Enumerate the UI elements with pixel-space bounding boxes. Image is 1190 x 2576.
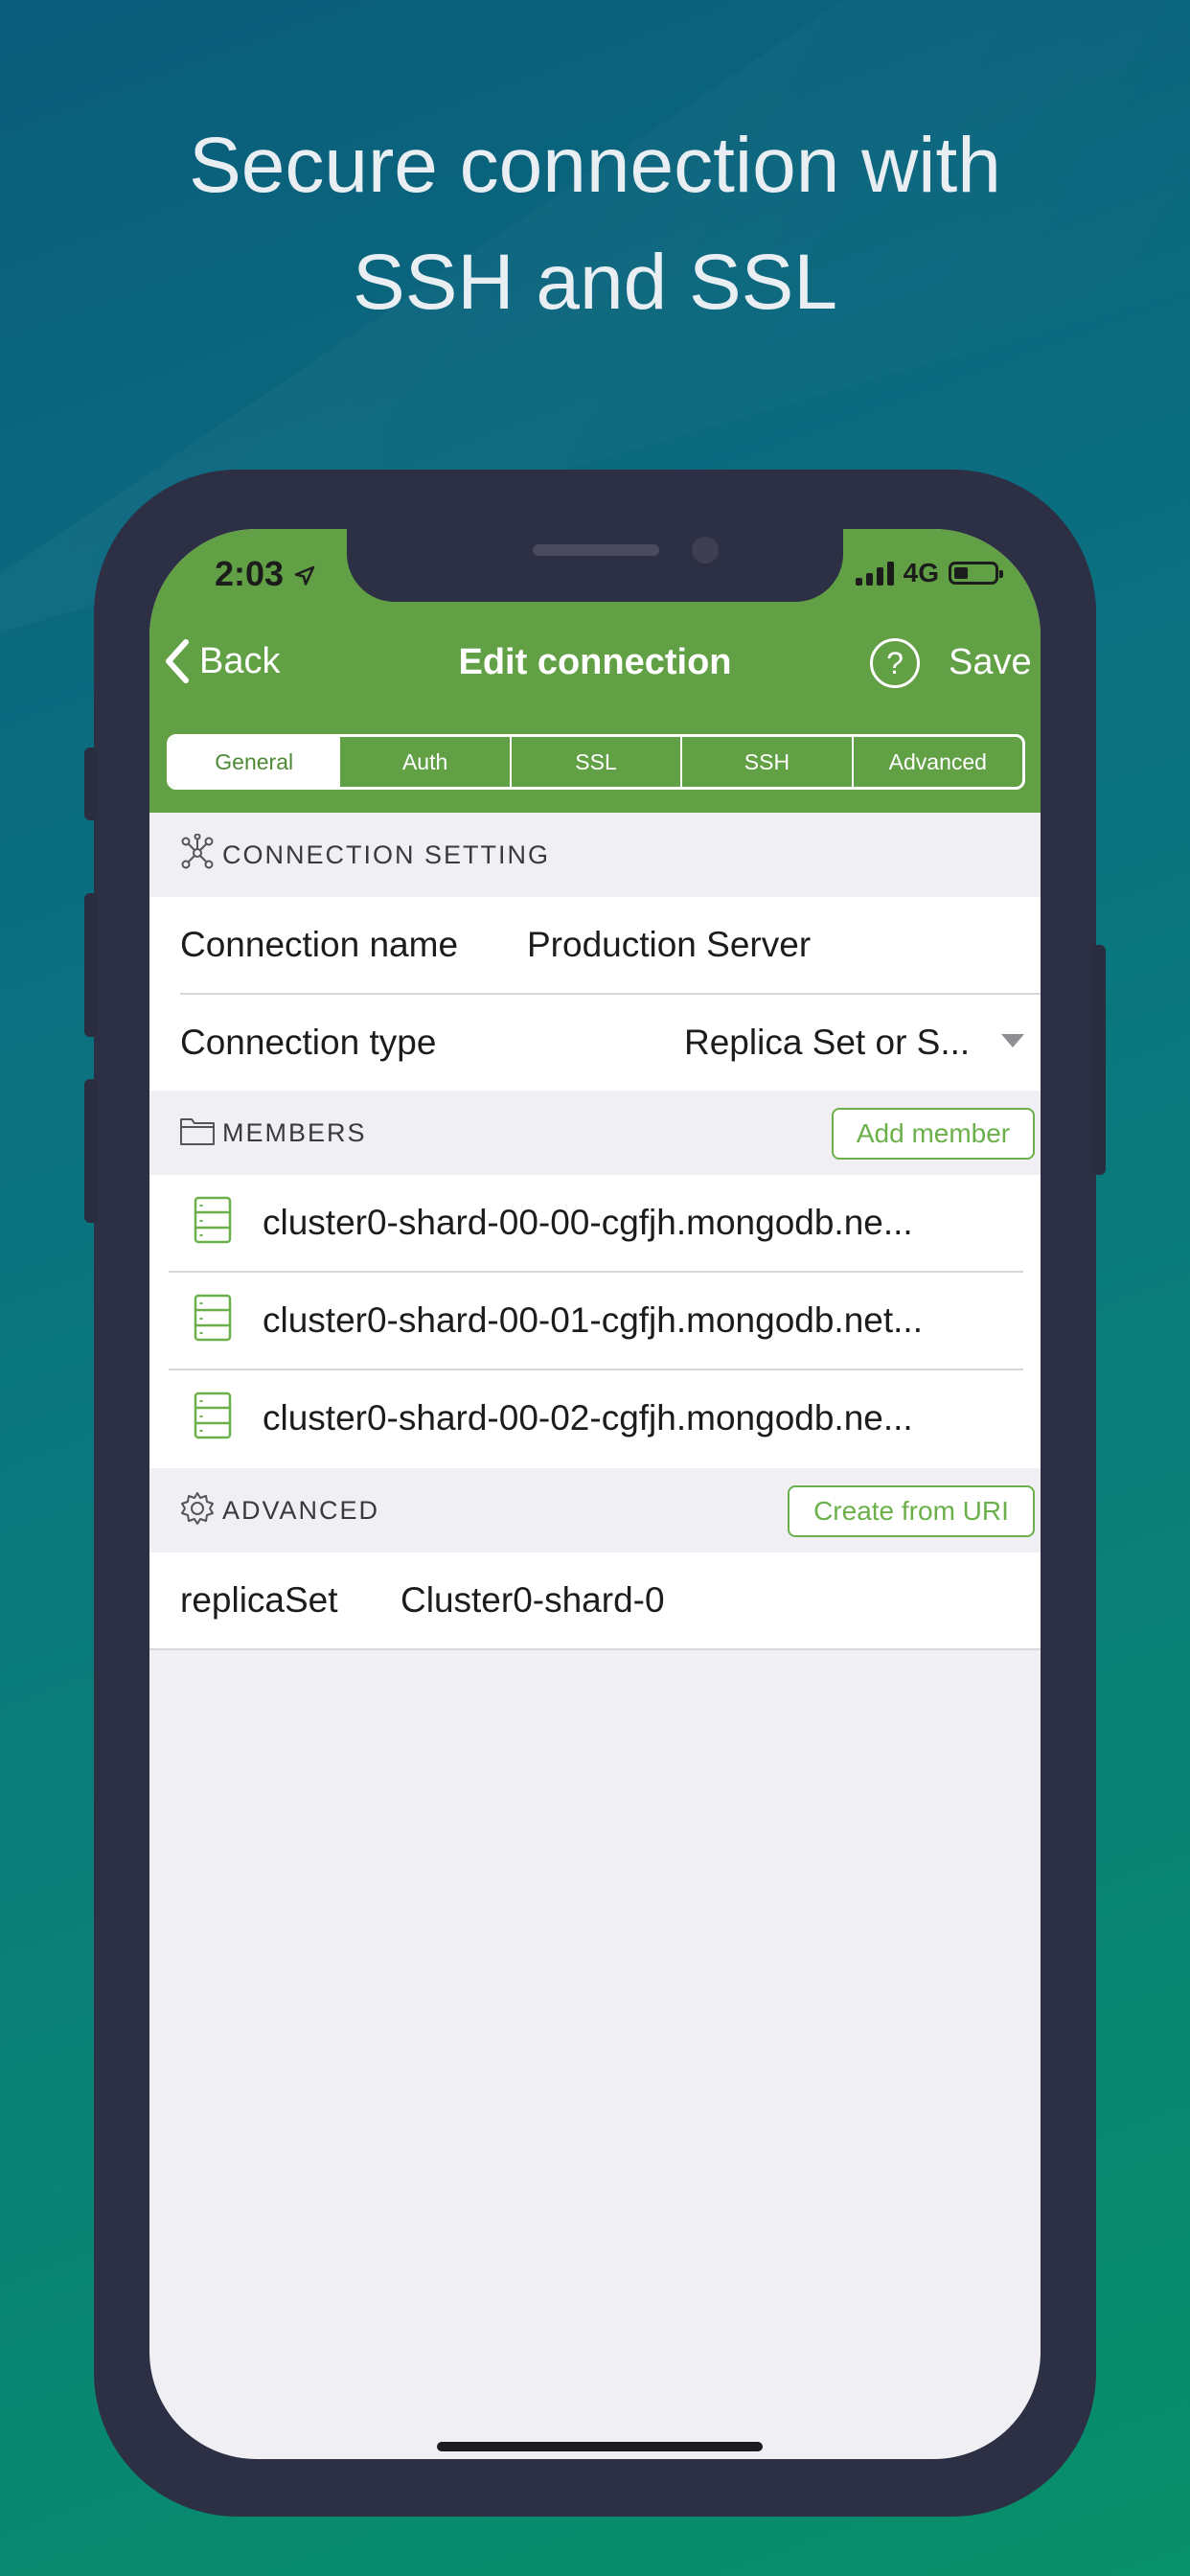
front-camera [692,537,719,564]
connection-type-row[interactable]: Connection type Replica Set or S... [149,995,1041,1091]
tab-general[interactable]: General [170,737,339,787]
phone-screen: 2:03 4G Back Edit connection ? Save Gene… [149,529,1041,2459]
list-item[interactable]: cluster0-shard-00-01-cgfjh.mongodb.net..… [149,1273,1041,1368]
member-host: cluster0-shard-00-01-cgfjh.mongodb.net..… [263,1300,923,1340]
create-from-uri-button[interactable]: Create from URI [788,1485,1035,1537]
connection-name-label: Connection name [180,925,459,964]
tab-bar: General Auth SSL SSH Advanced [167,734,1025,790]
option-key: replicaSet [180,1580,338,1620]
tab-ssh[interactable]: SSH [680,737,851,787]
connection-name-row[interactable]: Connection name Production Server [149,897,1041,993]
option-value-field[interactable]: Cluster0-shard-0 [400,1580,665,1621]
section-label: MEMBERS [222,1117,367,1147]
list-item[interactable]: cluster0-shard-00-02-cgfjh.mongodb.ne... [149,1370,1041,1466]
status-indicators: 4G [855,558,1003,588]
server-icon [194,1196,232,1244]
save-button[interactable]: Save [949,642,1032,683]
help-button[interactable]: ? [870,638,920,688]
network-label: 4G [903,558,939,587]
server-icon [194,1294,232,1342]
connection-type-value[interactable]: Replica Set or S... [684,1023,970,1063]
folder-icon [180,1118,215,1145]
connection-setting-group: Connection name Production Server Connec… [149,897,1041,1091]
connection-name-field[interactable]: Production Server [527,925,811,965]
headline-line-1: Secure connection with [189,122,1001,209]
battery-icon [949,562,1003,585]
phone-notch [347,529,843,602]
headline-line-2: SSH and SSL [353,239,837,326]
advanced-group: replicaSet Cluster0-shard-0 [149,1552,1041,1648]
connection-setting-header: CONNECTION SETTING [149,813,1041,897]
volume-up-button [84,893,98,1037]
list-item[interactable]: cluster0-shard-00-00-cgfjh.mongodb.ne... [149,1175,1041,1271]
connection-type-label: Connection type [180,1023,437,1062]
tab-auth[interactable]: Auth [338,737,509,787]
tab-advanced[interactable]: Advanced [851,737,1022,787]
advanced-row[interactable]: replicaSet Cluster0-shard-0 [149,1552,1041,1648]
home-indicator[interactable] [437,2442,763,2451]
members-list: cluster0-shard-00-00-cgfjh.mongodb.ne...… [149,1175,1041,1468]
divider [149,1648,1041,1650]
speaker-grille [533,544,659,556]
volume-down-button [84,1079,98,1223]
location-arrow-icon [294,565,315,586]
tab-ssl[interactable]: SSL [509,737,680,787]
status-time: 2:03 [215,554,316,594]
add-member-button[interactable]: Add member [832,1108,1035,1160]
server-icon [194,1392,232,1439]
section-label: ADVANCED [222,1495,380,1525]
member-host: cluster0-shard-00-00-cgfjh.mongodb.ne... [263,1203,913,1242]
power-button [1092,945,1106,1175]
member-host: cluster0-shard-00-02-cgfjh.mongodb.ne... [263,1398,913,1438]
gear-icon [181,1492,214,1525]
headline: Secure connection with SSH and SSL [0,107,1190,341]
dropdown-triangle-icon[interactable] [1000,1033,1025,1048]
network-nodes-icon [181,834,214,869]
mute-switch [84,748,98,820]
signal-icon [855,561,894,586]
section-label: CONNECTION SETTING [222,840,551,869]
